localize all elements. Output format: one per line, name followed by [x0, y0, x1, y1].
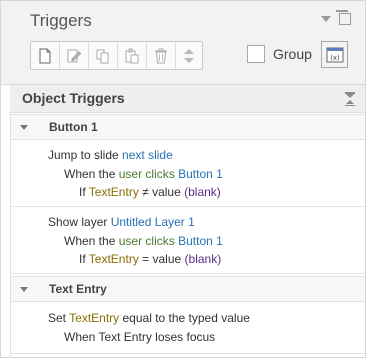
- section-title: Object Triggers: [22, 90, 125, 106]
- trigger-group-button-1[interactable]: Button 1: [11, 114, 365, 140]
- action-target-link[interactable]: Untitled Layer 1: [111, 215, 195, 229]
- trigger-condition: If TextEntry ≠ value (blank): [79, 185, 221, 199]
- edit-trigger-button[interactable]: [60, 42, 89, 69]
- new-trigger-icon: [39, 48, 51, 63]
- collapse-all-icon[interactable]: [345, 92, 355, 106]
- svg-text:(x): (x): [330, 54, 340, 62]
- panel-menu-icon[interactable]: [321, 16, 331, 22]
- toolbar-buttons: [30, 41, 203, 70]
- delete-button[interactable]: [147, 42, 176, 69]
- trigger-condition: If TextEntry = value (blank): [79, 252, 222, 266]
- expand-arrow-icon[interactable]: [20, 125, 28, 130]
- variables-icon: (x): [326, 47, 343, 62]
- trigger-group-text-entry[interactable]: Text Entry: [11, 276, 365, 302]
- condition-variable[interactable]: TextEntry: [89, 185, 139, 199]
- action-target-link[interactable]: next slide: [122, 148, 173, 162]
- move-down-icon[interactable]: [184, 57, 194, 63]
- panel-title: Triggers: [30, 11, 92, 30]
- trigger-item[interactable]: Set TextEntry equal to the typed value W…: [11, 302, 365, 354]
- paste-icon: [125, 48, 139, 63]
- float-panel-icon[interactable]: [336, 10, 351, 25]
- group-checkbox[interactable]: [247, 45, 265, 63]
- group-label: Group: [273, 46, 312, 62]
- move-up-icon[interactable]: [184, 48, 194, 54]
- group-toggle: Group: [247, 45, 312, 63]
- trigger-action: Jump to slide next slide: [48, 148, 173, 162]
- triggers-panel: Triggers Group (x) Object Triggers Butto…: [0, 0, 366, 358]
- trigger-item[interactable]: Jump to slide next slide When the user c…: [11, 140, 365, 207]
- trigger-when: When Text Entry loses focus: [64, 330, 216, 344]
- condition-variable[interactable]: TextEntry: [89, 252, 139, 266]
- edit-trigger-icon: [67, 49, 82, 62]
- group-name: Button 1: [49, 120, 98, 134]
- trigger-item[interactable]: Show layer Untitled Layer 1 When the use…: [11, 207, 365, 274]
- trigger-when: When the user clicks Button 1: [64, 234, 223, 248]
- trigger-action: Set TextEntry equal to the typed value: [48, 311, 250, 325]
- action-variable[interactable]: TextEntry: [69, 311, 119, 325]
- when-object-link[interactable]: Button 1: [178, 234, 223, 248]
- object-triggers-header[interactable]: Object Triggers: [10, 85, 365, 113]
- new-trigger-button[interactable]: [31, 42, 60, 69]
- trigger-when: When the user clicks Button 1: [64, 167, 223, 181]
- trigger-toolbar: [30, 41, 203, 70]
- paste-button[interactable]: [118, 42, 147, 69]
- panel-header: Triggers Group (x): [1, 1, 365, 85]
- when-object-link[interactable]: Button 1: [178, 167, 223, 181]
- copy-button[interactable]: [89, 42, 118, 69]
- delete-icon: [155, 48, 167, 63]
- group-name: Text Entry: [49, 282, 107, 296]
- trigger-action: Show layer Untitled Layer 1: [48, 215, 195, 229]
- reorder-arrows: [176, 42, 202, 69]
- manage-variables-button[interactable]: (x): [321, 41, 348, 68]
- expand-arrow-icon[interactable]: [20, 287, 28, 292]
- header-controls: [321, 10, 351, 25]
- copy-icon: [96, 49, 109, 63]
